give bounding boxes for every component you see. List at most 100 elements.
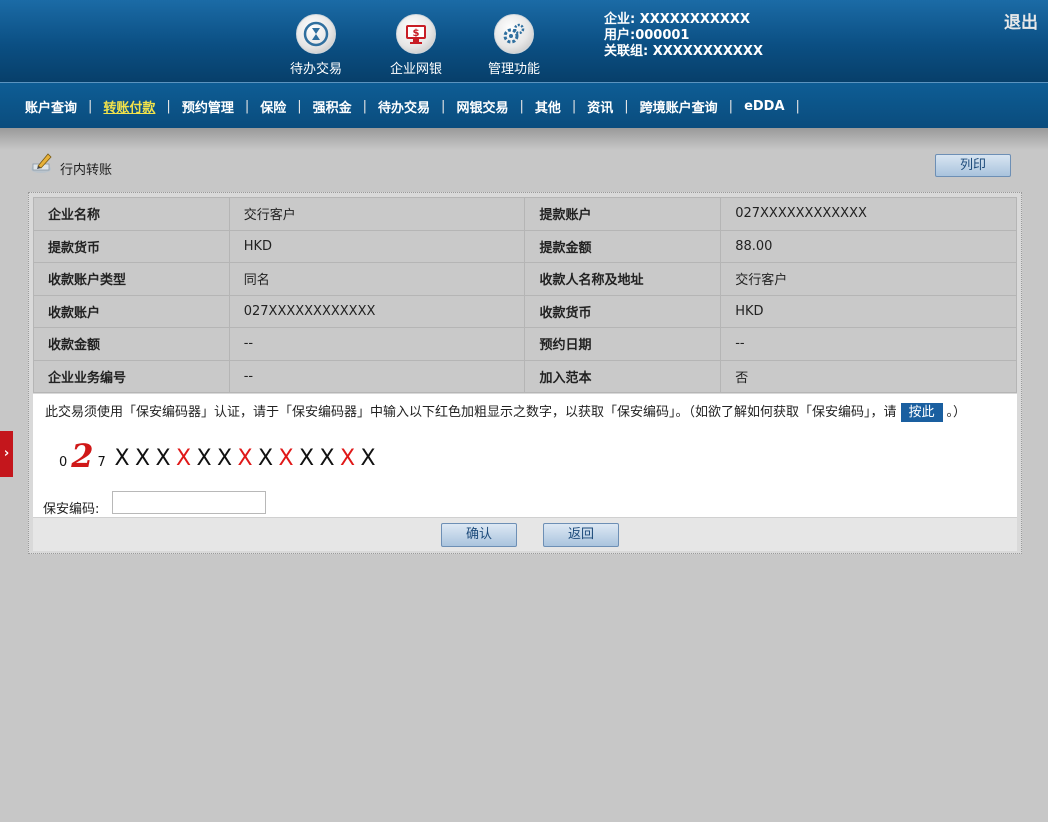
nav-item-label[interactable]: 其他 <box>524 97 572 116</box>
security-code-input[interactable] <box>112 491 266 514</box>
print-button[interactable]: 列印 <box>935 154 1011 177</box>
challenge-digit: X <box>155 446 171 471</box>
challenge-digit: X <box>196 446 212 471</box>
field-label: 提款金额 <box>524 229 722 263</box>
gears-icon <box>494 14 534 54</box>
corporate-banking-shortcut[interactable]: $ 企业网银 <box>376 14 456 77</box>
linked-group: 关联组: XXXXXXXXXXX <box>604 44 763 59</box>
nav-item[interactable]: eDDA | <box>733 99 800 114</box>
nav-item-label[interactable]: 保险 <box>249 97 297 116</box>
table-row: 企业名称 交行客户 提款账户 027XXXXXXXXXXXX <box>33 197 1017 231</box>
nav-item-label[interactable]: 待办交易 <box>367 97 441 116</box>
challenge-digit-highlight: X <box>176 446 192 471</box>
table-row: 收款账户 027XXXXXXXXXXXX 收款货币 HKD <box>33 294 1017 328</box>
top-header: 待办交易 $ 企业网银 管理功能 企业: XXXXXXXXXXX 用户:0000… <box>0 0 1048 82</box>
click-here-link[interactable]: 按此 <box>900 403 943 422</box>
challenge-digit: X <box>258 446 274 471</box>
nav-item[interactable]: 跨境账户查询 | <box>629 97 733 116</box>
nav-item[interactable]: 账户查询 | <box>14 97 92 116</box>
field-label: 加入范本 <box>524 359 722 393</box>
table-row: 收款账户类型 同名 收款人名称及地址 交行客户 <box>33 262 1017 296</box>
field-value: -- <box>228 359 526 393</box>
field-label: 收款账户 <box>33 294 230 328</box>
nav-item[interactable]: 转账付款 | <box>92 97 170 116</box>
corporate-banking-label: 企业网银 <box>389 62 442 77</box>
challenge-digits: 0 2 7 XXXXXXXXXXXXX <box>59 438 378 472</box>
svg-text:$: $ <box>413 28 420 39</box>
token-instructions: 此交易须使用「保安编码器」认证，请于「保安编码器」中输入以下红色加粗显示之数字，… <box>45 401 966 422</box>
nav-item-label[interactable]: 账户查询 <box>14 97 88 116</box>
field-value: 同名 <box>228 262 526 296</box>
field-label: 企业业务编号 <box>33 359 230 393</box>
field-value: 交行客户 <box>720 262 1017 296</box>
field-label: 收款账户类型 <box>33 262 230 296</box>
table-row: 企业业务编号 -- 加入范本否 <box>33 359 1017 393</box>
field-value: 027XXXXXXXXXXXX <box>720 197 1017 231</box>
challenge-digit-highlight: X <box>278 446 294 471</box>
nav-item-label[interactable]: 跨境账户查询 <box>629 97 729 116</box>
transfer-details-table: 企业名称 交行客户 提款账户 027XXXXXXXXXXXX 提款货币 HKD 提款金额 88… <box>33 197 1017 393</box>
field-value: HKD <box>228 229 526 263</box>
field-value: 027XXXXXXXXXXXX <box>228 294 526 328</box>
security-code-label: 保安编码: <box>43 502 100 517</box>
token-instructions-text: 此交易须使用「保安编码器」认证，请于「保安编码器」中输入以下红色加粗显示之数字，… <box>45 405 897 420</box>
company-name: 企业: XXXXXXXXXXX <box>604 12 750 27</box>
monitor-dollar-icon: $ <box>396 14 436 54</box>
nav-item-label[interactable]: 资讯 <box>576 97 624 116</box>
challenge-sequence: XXXXXXXXXXXXX <box>112 446 379 471</box>
page-title: 行内转账 <box>60 163 113 178</box>
side-expand-tab[interactable]: › <box>0 431 13 477</box>
nav-separator: | <box>795 98 800 114</box>
nav-item-label[interactable]: 转账付款 <box>92 97 166 116</box>
nav-item-label[interactable]: 强积金 <box>302 97 363 116</box>
field-label: 提款账户 <box>524 197 722 231</box>
nav-item[interactable]: 强积金 | <box>302 97 367 116</box>
confirm-button[interactable]: 确认 <box>441 523 517 547</box>
field-value: -- <box>228 327 526 361</box>
nav-item-label[interactable]: eDDA <box>733 99 795 114</box>
field-label: 收款货币 <box>524 294 722 328</box>
field-value: 交行客户 <box>228 197 526 231</box>
back-button[interactable]: 返回 <box>543 523 619 547</box>
challenge-digit: X <box>299 446 315 471</box>
field-value: HKD <box>720 294 1017 328</box>
nav-item[interactable]: 待办交易 | <box>367 97 445 116</box>
challenge-digit-highlight: X <box>237 446 253 471</box>
field-label: 收款金额 <box>33 327 230 361</box>
nav-item[interactable]: 资讯 | <box>576 97 628 116</box>
nav-shadow <box>0 128 1048 150</box>
logout-button[interactable]: 退出 <box>1004 8 1038 33</box>
table-row: 收款金额 -- 预约日期 -- <box>33 327 1017 361</box>
challenge-digit: X <box>319 446 335 471</box>
challenge-digit: X <box>360 446 376 471</box>
nav-item[interactable]: 保险 | <box>249 97 301 116</box>
pencil-icon <box>30 152 54 178</box>
challenge-digit-highlight: 2 <box>71 437 94 475</box>
nav-item-label[interactable]: 网银交易 <box>445 97 519 116</box>
nav-item[interactable]: 其他 | <box>524 97 576 116</box>
management-functions-label: 管理功能 <box>487 62 540 77</box>
user-id: 用户:000001 <box>604 28 690 43</box>
field-label: 收款人名称及地址 <box>524 262 722 296</box>
field-value: -- <box>720 327 1017 361</box>
nav-item-label[interactable]: 预约管理 <box>171 97 245 116</box>
challenge-digit: X <box>114 446 130 471</box>
management-functions-shortcut[interactable]: 管理功能 <box>474 14 554 77</box>
nav-item[interactable]: 网银交易 | <box>445 97 523 116</box>
field-value: 否 <box>720 359 1017 393</box>
hourglass-icon <box>296 14 336 54</box>
pending-transactions-label: 待办交易 <box>289 62 342 77</box>
pending-transactions-shortcut[interactable]: 待办交易 <box>276 14 356 77</box>
transfer-confirmation-panel: 企业名称 交行客户 提款账户 027XXXXXXXXXXXX 提款货币 HKD 提款金额 88… <box>28 192 1022 554</box>
challenge-digit-highlight: X <box>340 446 356 471</box>
nav-item[interactable]: 预约管理 | <box>171 97 249 116</box>
challenge-digit: X <box>217 446 233 471</box>
field-label: 企业名称 <box>33 197 230 231</box>
field-value: 88.00 <box>720 229 1017 263</box>
security-token-section: 此交易须使用「保安编码器」认证，请于「保安编码器」中输入以下红色加粗显示之数字，… <box>33 394 1017 517</box>
field-label: 提款货币 <box>33 229 230 263</box>
user-info: 企业: XXXXXXXXXXX 用户:000001 关联组: XXXXXXXXX… <box>604 12 763 60</box>
token-instructions-end: 。） <box>946 405 967 420</box>
action-bar: 确认 返回 <box>33 517 1017 551</box>
challenge-digit: 7 <box>97 455 106 470</box>
